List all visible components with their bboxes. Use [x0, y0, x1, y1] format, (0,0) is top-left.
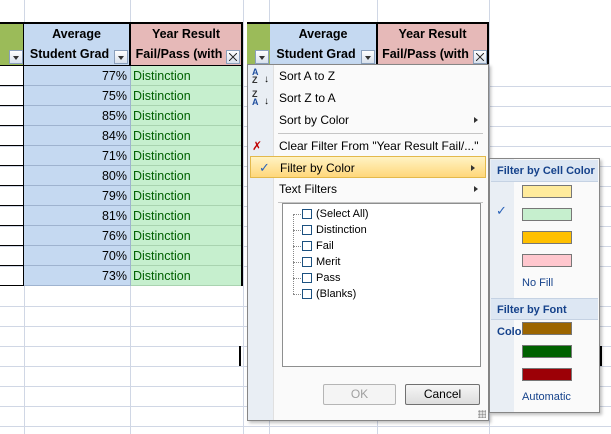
- year-result-cell[interactable]: Distinction: [131, 106, 241, 126]
- header-result-line1: Year Result: [151, 27, 221, 41]
- cell-border-mark: [239, 346, 241, 366]
- average-grade-cell[interactable]: 70%: [24, 246, 131, 266]
- average-grade-cell[interactable]: 80%: [24, 166, 131, 186]
- list-item-label: (Select All): [316, 208, 369, 220]
- list-item-blanks[interactable]: (Blanks): [283, 286, 473, 302]
- cell-border-mark-2: [600, 346, 602, 366]
- header-average-line1: Average: [52, 27, 101, 41]
- row-cell-col-a[interactable]: [0, 166, 24, 186]
- checkbox-icon[interactable]: [302, 289, 312, 299]
- header-result-line2: Fail/Pass (with: [135, 47, 223, 61]
- average-grade-cell[interactable]: 73%: [24, 266, 131, 286]
- submenu-arrow-icon: [474, 117, 478, 123]
- checkbox-icon[interactable]: [302, 225, 312, 235]
- menu-clear-filter[interactable]: ✗ Clear Filter From "Year Result Fail/..…: [248, 135, 488, 157]
- filter-active-year-result-2[interactable]: [473, 50, 487, 64]
- year-result-cell[interactable]: Distinction: [131, 206, 241, 226]
- year-result-cell[interactable]: Distinction: [131, 126, 241, 146]
- menu-sort-a-to-z[interactable]: AZ ↓ Sort A to Z: [248, 65, 488, 87]
- ok-button[interactable]: OK: [323, 384, 396, 405]
- menu-sort-z-to-a[interactable]: ZA ↓ Sort Z to A: [248, 87, 488, 109]
- average-grade-cell[interactable]: 71%: [24, 146, 131, 166]
- row-cell-col-a[interactable]: [0, 186, 24, 206]
- average-grade-cell[interactable]: 85%: [24, 106, 131, 126]
- resize-grip-icon[interactable]: [478, 410, 486, 418]
- checkbox-icon[interactable]: [302, 273, 312, 283]
- filter-active-year-result[interactable]: [226, 50, 240, 64]
- list-item-label: Pass: [316, 272, 341, 284]
- row-cell-col-a[interactable]: [0, 126, 24, 146]
- filter-values-list[interactable]: (Select All) Distinction Fail Merit Pass…: [282, 203, 481, 367]
- filter-dropdown-col-f[interactable]: [255, 50, 269, 64]
- list-item-label: Merit: [316, 256, 341, 268]
- menu-text-filters[interactable]: Text Filters: [248, 178, 488, 200]
- filter-by-color-submenu: Filter by Cell Color ✓ No Fill Filter by…: [489, 158, 600, 413]
- header-result2-line1: Year Result: [398, 27, 467, 41]
- list-item-merit[interactable]: Merit: [283, 254, 473, 270]
- filter-by-font-color-heading: Filter by Font Color: [491, 298, 598, 338]
- submenu-arrow-icon: [471, 165, 475, 171]
- list-item-label: Fail: [316, 240, 334, 252]
- filter-dropdown-average[interactable]: [114, 50, 128, 64]
- year-result-cell[interactable]: Distinction: [131, 266, 241, 286]
- year-result-cell[interactable]: Distinction: [131, 226, 241, 246]
- checkbox-icon[interactable]: [302, 257, 312, 267]
- font-color-swatch-brown[interactable]: [522, 322, 572, 335]
- average-grade-cell[interactable]: 81%: [24, 206, 131, 226]
- cell-color-swatch-orange[interactable]: [522, 231, 572, 244]
- row-cell-col-a[interactable]: [0, 226, 24, 246]
- list-item-pass[interactable]: Pass: [283, 270, 473, 286]
- checkbox-icon[interactable]: [302, 241, 312, 251]
- average-grade-cell[interactable]: 76%: [24, 226, 131, 246]
- selected-checkmark-icon: ✓: [496, 203, 507, 218]
- checkbox-icon[interactable]: [302, 209, 312, 219]
- year-result-cell[interactable]: Distinction: [131, 166, 241, 186]
- header-average2-line1: Average: [298, 27, 348, 41]
- list-item-label: (Blanks): [316, 288, 357, 300]
- menu-filter-by-color-label: Filter by Color: [280, 161, 355, 175]
- menu-text-filters-label: Text Filters: [279, 182, 338, 196]
- submenu-arrow-icon: [474, 186, 478, 192]
- menu-sort-by-color[interactable]: Sort by Color: [248, 109, 488, 131]
- cell-color-swatch-green[interactable]: [522, 208, 572, 221]
- list-item-fail[interactable]: Fail: [283, 238, 473, 254]
- list-item-select-all[interactable]: (Select All): [283, 206, 473, 222]
- row-cell-col-a[interactable]: [0, 66, 24, 86]
- filter-dropdown-col-a[interactable]: [9, 50, 23, 64]
- header-result2-line2: Fail/Pass (with: [382, 47, 469, 61]
- year-result-cell[interactable]: Distinction: [131, 66, 241, 86]
- menu-sort-z-to-a-label: Sort Z to A: [279, 91, 336, 105]
- average-grade-cell[interactable]: 79%: [24, 186, 131, 206]
- average-grade-cell[interactable]: 75%: [24, 86, 131, 106]
- year-result-cell[interactable]: Distinction: [131, 86, 241, 106]
- filter-by-cell-color-heading: Filter by Cell Color: [491, 160, 598, 182]
- row-cell-col-a[interactable]: [0, 206, 24, 226]
- list-item-distinction[interactable]: Distinction: [283, 222, 473, 238]
- menu-sort-a-to-z-label: Sort A to Z: [279, 69, 336, 83]
- average-grade-cell[interactable]: 84%: [24, 126, 131, 146]
- year-result-cell[interactable]: Distinction: [131, 246, 241, 266]
- clear-filter-icon: ✗: [252, 139, 263, 153]
- list-item-label: Distinction: [316, 224, 367, 236]
- row-cell-col-a[interactable]: [0, 266, 24, 286]
- average-grade-cell[interactable]: 77%: [24, 66, 131, 86]
- filter-dropdown-average-2[interactable]: [361, 50, 375, 64]
- automatic-option[interactable]: Automatic: [522, 391, 571, 403]
- font-color-swatch-green[interactable]: [522, 345, 572, 358]
- cancel-button[interactable]: Cancel: [405, 384, 480, 405]
- row-cell-col-a[interactable]: [0, 146, 24, 166]
- year-result-cell[interactable]: Distinction: [131, 146, 241, 166]
- cell-color-swatch-yellow[interactable]: [522, 185, 572, 198]
- menu-clear-filter-label: Clear Filter From "Year Result Fail/...": [279, 139, 479, 153]
- menu-sort-by-color-label: Sort by Color: [279, 113, 350, 127]
- row-cell-col-a[interactable]: [0, 106, 24, 126]
- row-cell-col-a[interactable]: [0, 86, 24, 106]
- no-fill-option[interactable]: No Fill: [522, 277, 553, 289]
- year-result-cell[interactable]: Distinction: [131, 186, 241, 206]
- menu-filter-by-color[interactable]: ✓ Filter by Color: [250, 156, 486, 178]
- font-color-swatch-red[interactable]: [522, 368, 572, 381]
- cell-color-swatch-pink[interactable]: [522, 254, 572, 267]
- checkmark-icon: ✓: [259, 160, 270, 175]
- row-cell-col-a[interactable]: [0, 246, 24, 266]
